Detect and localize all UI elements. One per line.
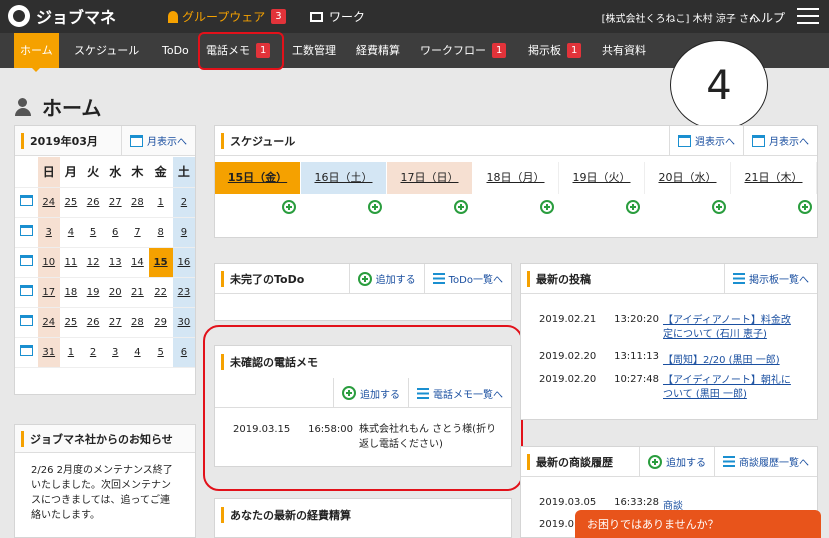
notice-title: ジョブマネ社からのお知らせ: [21, 430, 195, 447]
groupware-menu[interactable]: グループウェア 3: [168, 8, 286, 25]
list-icon: [723, 456, 735, 467]
hamburger-menu-icon[interactable]: [797, 8, 819, 24]
add-schedule-icon[interactable]: [282, 200, 296, 214]
work-menu[interactable]: ワーク: [310, 8, 365, 25]
post-row[interactable]: 2019.02.20 13:11:13 【周知】2/20 (黒田 一郎): [539, 351, 795, 366]
add-schedule-icon[interactable]: [798, 200, 812, 214]
groupware-label: グループウェア: [182, 10, 266, 24]
help-chat-button[interactable]: お困りではありませんか？: [575, 510, 821, 538]
notice-panel: ジョブマネ社からのお知らせ 2/26 2月度のメンテナンス終了いたしました。次回…: [14, 424, 196, 538]
add-schedule-icon[interactable]: [540, 200, 554, 214]
user-name[interactable]: [株式会社くろねこ] 木村 涼子 さん: [602, 10, 759, 25]
schedule-panel: スケジュール 週表示へ 月表示へ 15日（金） 16日（土） 17日（日） 18日（…: [214, 125, 818, 238]
nav-todo[interactable]: ToDo: [156, 35, 195, 66]
schedule-day[interactable]: 18日（月）: [473, 162, 559, 194]
expense-panel: あなたの最新の経費精算: [214, 498, 512, 538]
list-icon: [733, 273, 745, 284]
nav-home[interactable]: ホーム: [14, 33, 59, 72]
user-icon: [14, 97, 32, 116]
highlight-phone-memo: [198, 32, 284, 70]
todo-panel: 未完了のToDo 追加する ToDo一覧へ: [214, 263, 512, 321]
add-schedule-icon[interactable]: [368, 200, 382, 214]
nav-expenses[interactable]: 経費精算: [350, 35, 406, 66]
page-title: ホーム: [14, 92, 101, 121]
mini-calendar: 2019年03月 月表示へ 日月火水木金土 24 25 26 27 28 1 2 345678…: [14, 125, 196, 395]
schedule-title: スケジュール: [221, 132, 669, 149]
nav-board[interactable]: 掲示板 1: [522, 35, 587, 66]
board-list-button[interactable]: 掲示板一覧へ: [724, 263, 817, 294]
notice-body: 2/26 2月度のメンテナンス終了いたしました。次回メンテナンスにつきましては、…: [31, 465, 173, 521]
add-schedule-icon[interactable]: [712, 200, 726, 214]
board-badge: 1: [567, 43, 582, 58]
nav-schedule[interactable]: スケジュール: [68, 35, 145, 66]
add-schedule-icon[interactable]: [454, 200, 468, 214]
week-calendar-icon[interactable]: [19, 225, 33, 236]
nav-shared-docs[interactable]: 共有資料: [596, 35, 652, 66]
week-calendar-icon[interactable]: [19, 255, 33, 266]
week-calendar-icon[interactable]: [19, 345, 33, 356]
schedule-day[interactable]: 16日（土）: [301, 162, 387, 194]
nav-man-hours[interactable]: 工数管理: [286, 35, 342, 66]
groupware-badge: 3: [271, 9, 286, 24]
schedule-day-row: 15日（金） 16日（土） 17日（日） 18日（月） 19日（火） 20日（水…: [215, 162, 817, 194]
schedule-day[interactable]: 21日（木）: [731, 162, 817, 194]
todo-list-button[interactable]: ToDo一覧へ: [423, 263, 511, 294]
add-schedule-icon[interactable]: [626, 200, 640, 214]
week-view-button[interactable]: 週表示へ: [669, 125, 743, 156]
person-icon: [168, 10, 178, 23]
deals-add-button[interactable]: 追加する: [639, 446, 714, 477]
plus-icon: [648, 454, 662, 469]
calendar-grid: 日月火水木金土 24 25 26 27 28 1 2 3456789 10 11 12 13 14 1…: [15, 157, 195, 368]
todo-title: 未完了のToDo: [221, 270, 349, 287]
schedule-day[interactable]: 20日（水）: [645, 162, 731, 194]
highlight-phone-memo-panel: [203, 325, 523, 491]
logo-text: ジョブマネ: [36, 8, 117, 27]
step-number: 4: [670, 40, 768, 130]
calendar-month: 2019年03月: [21, 132, 121, 149]
briefcase-icon: [310, 11, 323, 22]
deals-list-button[interactable]: 商談履歴一覧へ: [714, 446, 817, 477]
app-logo[interactable]: ジョブマネ: [8, 4, 116, 28]
top-bar: ジョブマネ グループウェア 3 ワーク [株式会社くろねこ] 木村 涼子 さん ヘ…: [0, 0, 829, 33]
week-calendar-icon[interactable]: [19, 195, 33, 206]
workflow-badge: 1: [492, 43, 507, 58]
logo-icon: [8, 5, 30, 27]
deals-title: 最新の商談履歴: [527, 453, 639, 470]
work-label: ワーク: [329, 10, 366, 24]
week-calendar-icon[interactable]: [19, 285, 33, 296]
posts-title: 最新の投稿: [527, 270, 724, 287]
expense-title: あなたの最新の経費精算: [221, 507, 511, 523]
month-view-button[interactable]: 月表示へ: [743, 125, 817, 156]
calendar-icon: [752, 134, 765, 147]
calendar-month-view-button[interactable]: 月表示へ: [121, 125, 195, 156]
calendar-icon: [678, 134, 691, 147]
week-calendar-icon[interactable]: [19, 315, 33, 326]
schedule-day[interactable]: 19日（火）: [559, 162, 645, 194]
schedule-day[interactable]: 17日（日）: [387, 162, 473, 194]
list-icon: [432, 273, 445, 284]
plus-icon: [357, 271, 372, 286]
post-row[interactable]: 2019.02.20 10:27:48 【アイディアノート】朝礼について (黒田 一…: [539, 374, 795, 402]
nav-workflow[interactable]: ワークフロー 1: [414, 35, 512, 66]
post-row[interactable]: 2019.02.21 13:20:20 【アイディアノート】料金改定について (石川…: [539, 314, 795, 342]
todo-add-button[interactable]: 追加する: [348, 263, 424, 294]
calendar-icon: [130, 134, 143, 147]
schedule-day[interactable]: 15日（金）: [215, 162, 301, 194]
help-link[interactable]: ヘルプ: [749, 9, 785, 26]
posts-panel: 最新の投稿 掲示板一覧へ 2019.02.21 13:20:20 【アイディアノート】…: [520, 263, 818, 420]
